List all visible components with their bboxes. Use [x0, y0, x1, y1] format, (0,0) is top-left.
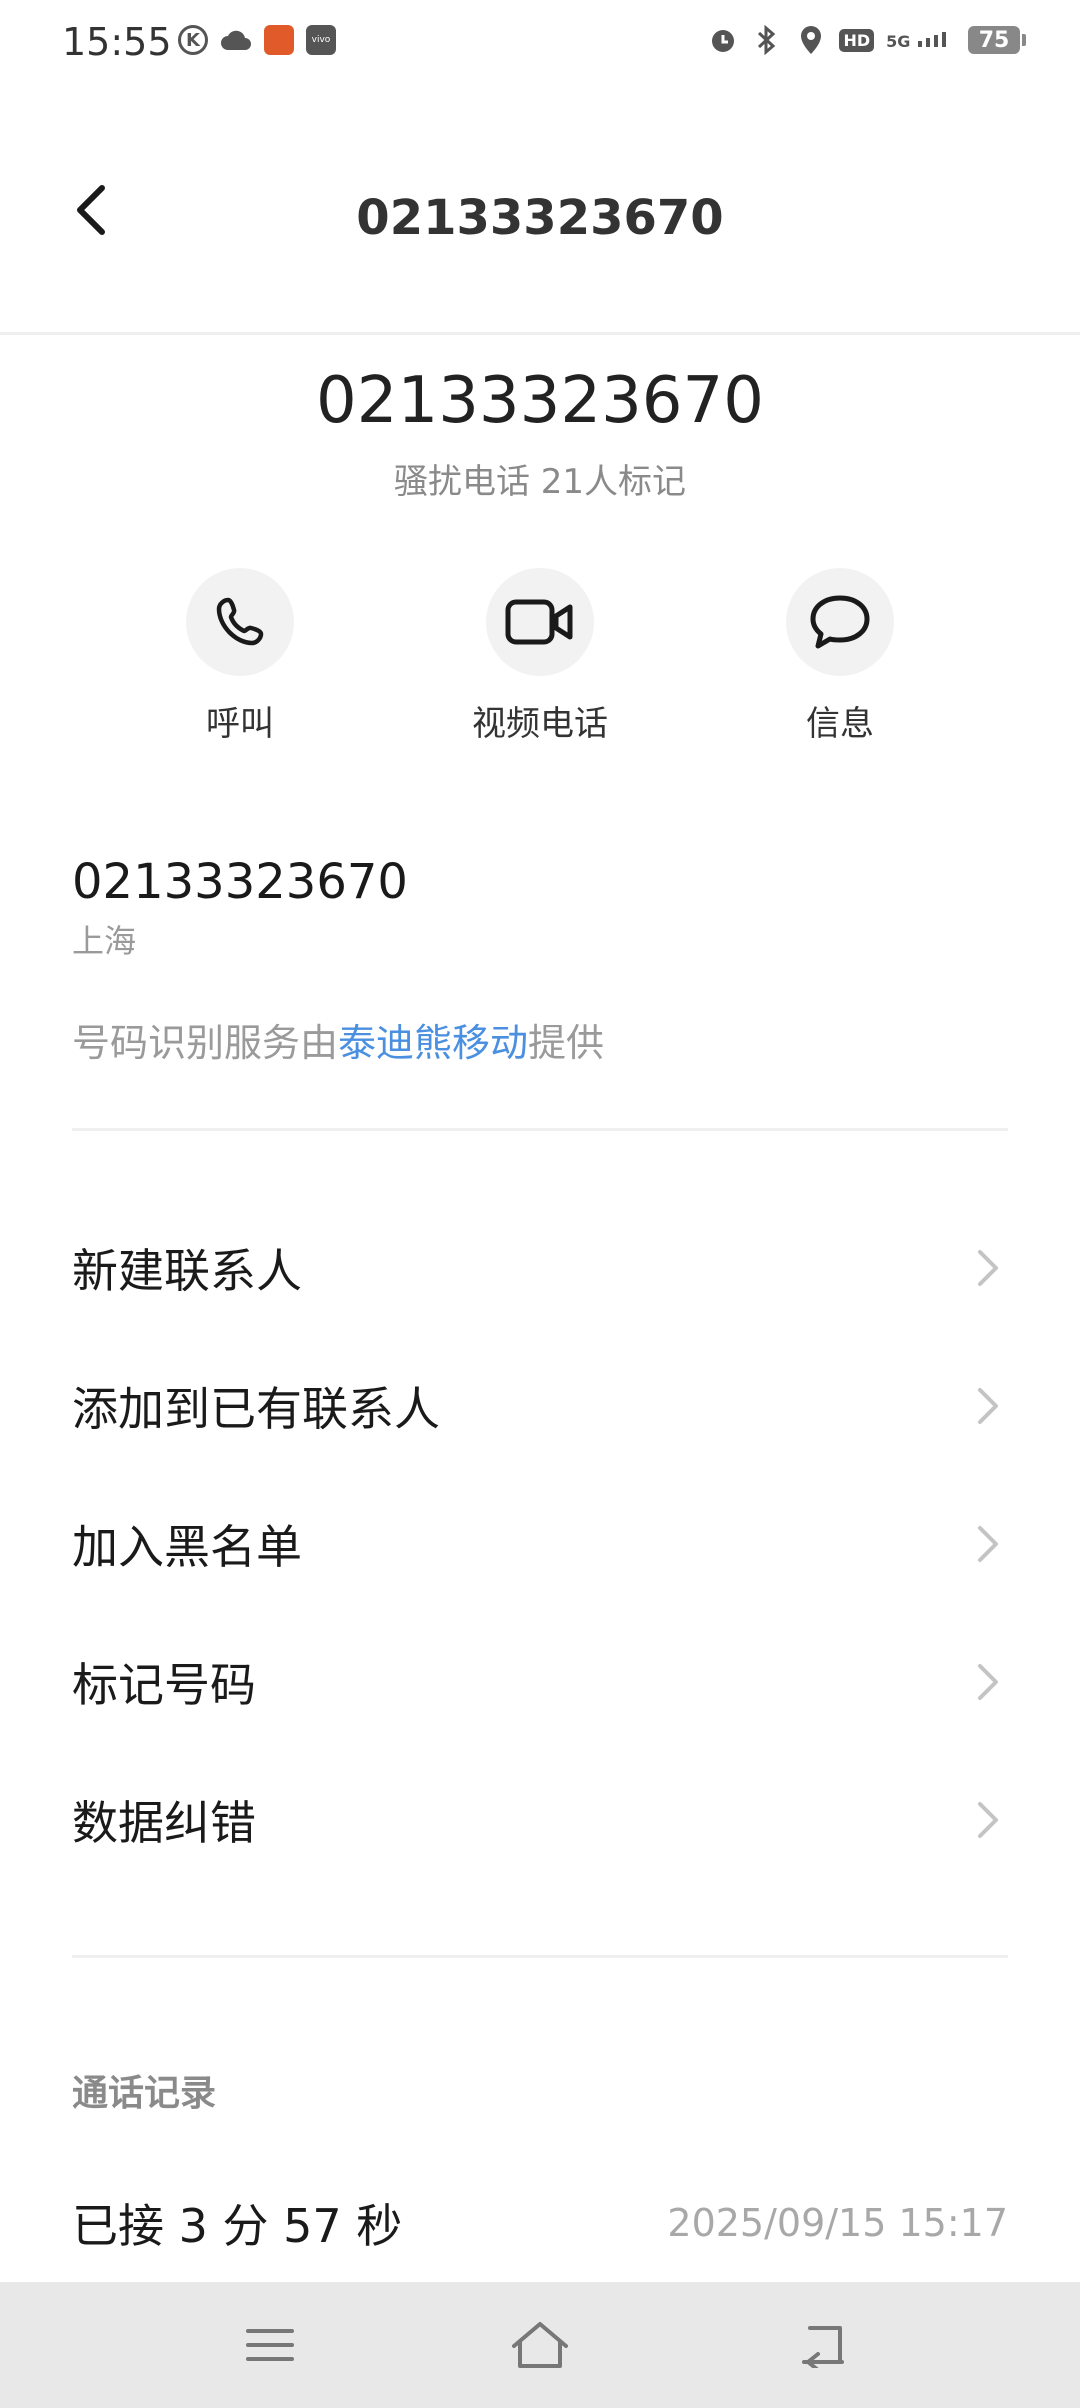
provider-suffix: 提供	[528, 1021, 605, 1065]
spam-tag: 骚扰电话 21人标记	[393, 462, 687, 502]
status-right-icons: HD 5G 75	[707, 24, 1026, 56]
alarm-icon	[707, 24, 739, 56]
back-icon	[802, 2326, 844, 2368]
bluetooth-icon	[751, 24, 783, 56]
caller-number: 02133323670	[316, 364, 764, 438]
message-label: 信息	[806, 704, 874, 744]
header: 02133323670	[0, 120, 1080, 260]
back-nav-button[interactable]	[790, 2310, 860, 2380]
data-correction-item[interactable]: 数据纠错	[72, 1770, 1008, 1870]
provider-link[interactable]: 泰迪熊移动	[338, 1021, 528, 1065]
chevron-right-icon	[968, 1524, 1008, 1564]
cloud-icon	[220, 24, 252, 56]
message-button[interactable]: 信息	[740, 568, 940, 745]
network-label: 5G	[886, 32, 911, 51]
menu-item-label: 新建联系人	[72, 1244, 302, 1298]
call-button[interactable]: 呼叫	[140, 568, 340, 745]
status-left-icons: K vivo	[178, 24, 336, 56]
vivo-icon: vivo	[306, 25, 336, 55]
chevron-right-icon	[968, 1248, 1008, 1288]
status-time: 15:55	[62, 20, 172, 64]
call-log-title: 通话记录	[72, 2073, 217, 2114]
call-status: 已接 3 分 57 秒	[72, 2199, 403, 2253]
menu-item-label: 标记号码	[72, 1658, 256, 1712]
mark-number-item[interactable]: 标记号码	[72, 1632, 1008, 1732]
video-call-button[interactable]: 视频电话	[440, 568, 640, 745]
page-title: 02133323670	[356, 190, 724, 246]
detail-location: 上海	[72, 922, 137, 960]
chevron-right-icon	[968, 1386, 1008, 1426]
location-icon	[795, 24, 827, 56]
message-circle[interactable]	[786, 568, 894, 676]
menu-item-label: 添加到已有联系人	[72, 1382, 440, 1436]
battery-icon: 75	[968, 26, 1026, 54]
video-circle[interactable]	[486, 568, 594, 676]
menu-icon	[246, 2329, 294, 2361]
call-log-entry[interactable]: 已接 3 分 57 秒 2025/09/15 15:17	[72, 2190, 1008, 2256]
k-icon: K	[178, 25, 208, 55]
call-label: 呼叫	[206, 704, 274, 744]
provider-prefix: 号码识别服务由	[72, 1021, 339, 1065]
section-divider	[72, 1955, 1008, 1958]
section-divider	[72, 1128, 1008, 1131]
menu-item-label: 加入黑名单	[72, 1520, 302, 1574]
header-divider	[0, 332, 1080, 335]
detail-number: 02133323670	[72, 854, 408, 910]
provider-text: 号码识别服务由泰迪熊移动提供	[72, 1012, 604, 1067]
video-icon	[505, 599, 573, 645]
blacklist-item[interactable]: 加入黑名单	[72, 1494, 1008, 1594]
menu-item-label: 数据纠错	[72, 1796, 256, 1850]
chevron-right-icon	[968, 1662, 1008, 1702]
app-icon	[264, 25, 294, 55]
video-call-label: 视频电话	[472, 704, 608, 744]
home-button[interactable]	[505, 2310, 575, 2380]
call-circle[interactable]	[186, 568, 294, 676]
status-bar: 15:55 K vivo HD 5G 75	[0, 0, 1080, 84]
menu-button[interactable]	[235, 2310, 305, 2380]
navigation-bar	[0, 2282, 1080, 2408]
phone-icon	[216, 597, 264, 646]
new-contact-item[interactable]: 新建联系人	[72, 1218, 1008, 1318]
message-icon	[810, 595, 870, 649]
add-to-contact-item[interactable]: 添加到已有联系人	[72, 1356, 1008, 1456]
chevron-right-icon	[968, 1800, 1008, 1840]
call-time: 2025/09/15 15:17	[667, 2201, 1008, 2245]
hd-icon: HD	[839, 28, 875, 52]
home-icon	[512, 2322, 568, 2368]
5g-signal-icon: 5G	[886, 31, 956, 51]
